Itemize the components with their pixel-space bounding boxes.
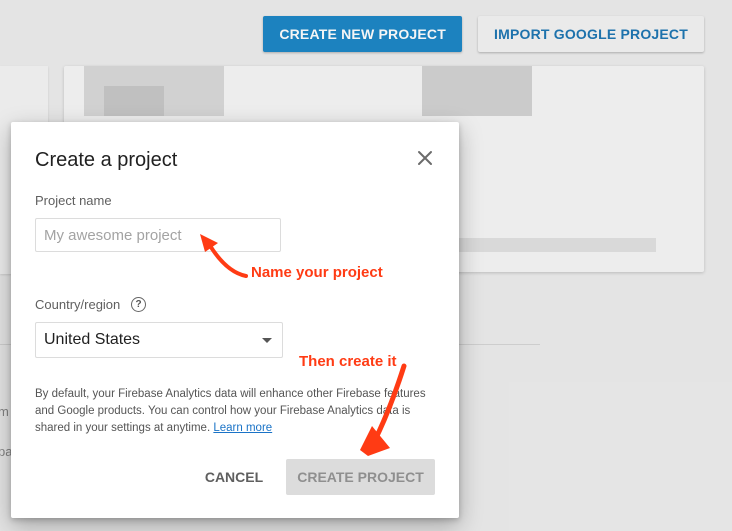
name-project-annotation: Name your project xyxy=(251,264,383,281)
create-it-annotation: Then create it xyxy=(299,353,397,370)
